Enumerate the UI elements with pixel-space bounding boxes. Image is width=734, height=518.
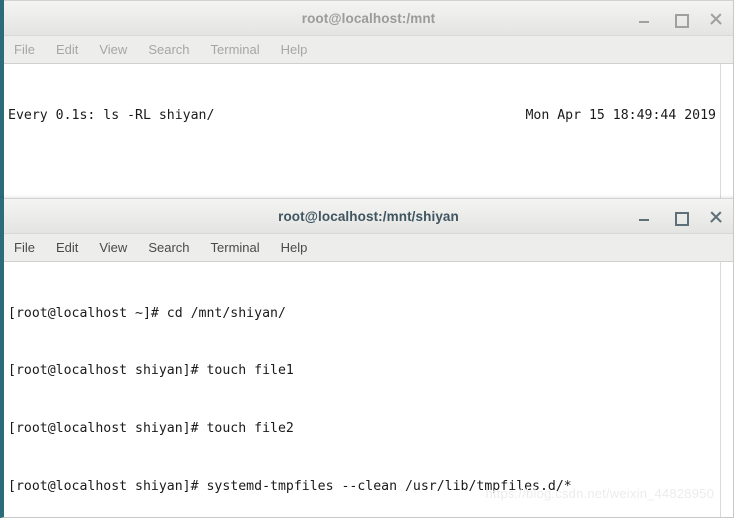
menu-item-view[interactable]: View bbox=[99, 42, 127, 57]
window-title-top: root@localhost:/mnt bbox=[301, 10, 436, 26]
menu-item-file[interactable]: File bbox=[14, 42, 35, 57]
menu-item-help[interactable]: Help bbox=[281, 42, 308, 57]
menu-item-file[interactable]: File bbox=[14, 240, 35, 255]
watch-command: Every 0.1s: ls -RL shiyan/ bbox=[8, 107, 215, 123]
close-icon[interactable] bbox=[709, 12, 723, 26]
menu-item-edit[interactable]: Edit bbox=[56, 240, 78, 255]
terminal-line: [root@localhost shiyan]# touch file2 bbox=[8, 421, 294, 437]
terminal-body-top[interactable]: Every 0.1s: ls -RL shiyan/Mon Apr 15 18:… bbox=[4, 64, 733, 202]
maximize-icon[interactable] bbox=[673, 210, 689, 226]
watch-header-row: Every 0.1s: ls -RL shiyan/Mon Apr 15 18:… bbox=[8, 106, 720, 125]
terminal-line: [root@localhost shiyan]# touch file1 bbox=[8, 363, 294, 379]
titlebar-bottom[interactable]: root@localhost:/mnt/shiyan bbox=[4, 198, 733, 234]
menu-item-terminal[interactable]: Terminal bbox=[211, 240, 260, 255]
window-controls-bottom bbox=[637, 199, 723, 235]
terminal-line: [root@localhost ~]# cd /mnt/shiyan/ bbox=[8, 305, 286, 321]
menu-item-edit[interactable]: Edit bbox=[56, 42, 78, 57]
watch-timestamp: Mon Apr 15 18:49:44 2019 bbox=[525, 107, 716, 123]
minimize-icon[interactable] bbox=[637, 210, 651, 224]
terminal-window-top[interactable]: root@localhost:/mnt File Edit View Searc… bbox=[0, 0, 734, 203]
window-controls-top bbox=[637, 1, 723, 37]
menu-item-search[interactable]: Search bbox=[148, 42, 189, 57]
scrollbar-bottom[interactable] bbox=[720, 262, 733, 517]
terminal-window-bottom[interactable]: root@localhost:/mnt/shiyan File Edit Vie… bbox=[0, 198, 734, 518]
terminal-line: [root@localhost shiyan]# systemd-tmpfile… bbox=[8, 479, 572, 495]
maximize-icon[interactable] bbox=[673, 12, 689, 28]
window-title-bottom: root@localhost:/mnt/shiyan bbox=[278, 208, 459, 224]
menu-item-search[interactable]: Search bbox=[148, 240, 189, 255]
menu-item-help[interactable]: Help bbox=[281, 240, 308, 255]
terminal-output-top: Every 0.1s: ls -RL shiyan/Mon Apr 15 18:… bbox=[4, 64, 720, 202]
scrollbar-top[interactable] bbox=[720, 64, 733, 202]
close-icon[interactable] bbox=[709, 210, 723, 224]
terminal-output-bottom: [root@localhost ~]# cd /mnt/shiyan/ [roo… bbox=[4, 262, 720, 517]
terminal-body-bottom[interactable]: [root@localhost ~]# cd /mnt/shiyan/ [roo… bbox=[4, 262, 733, 517]
titlebar-top[interactable]: root@localhost:/mnt bbox=[4, 0, 733, 36]
menu-item-terminal[interactable]: Terminal bbox=[211, 42, 260, 57]
menubar-top: File Edit View Search Terminal Help bbox=[4, 36, 733, 64]
menu-item-view[interactable]: View bbox=[99, 240, 127, 255]
desktop-screen: root@localhost:/mnt File Edit View Searc… bbox=[0, 0, 734, 518]
minimize-icon[interactable] bbox=[637, 12, 651, 26]
menubar-bottom: File Edit View Search Terminal Help bbox=[4, 234, 733, 262]
